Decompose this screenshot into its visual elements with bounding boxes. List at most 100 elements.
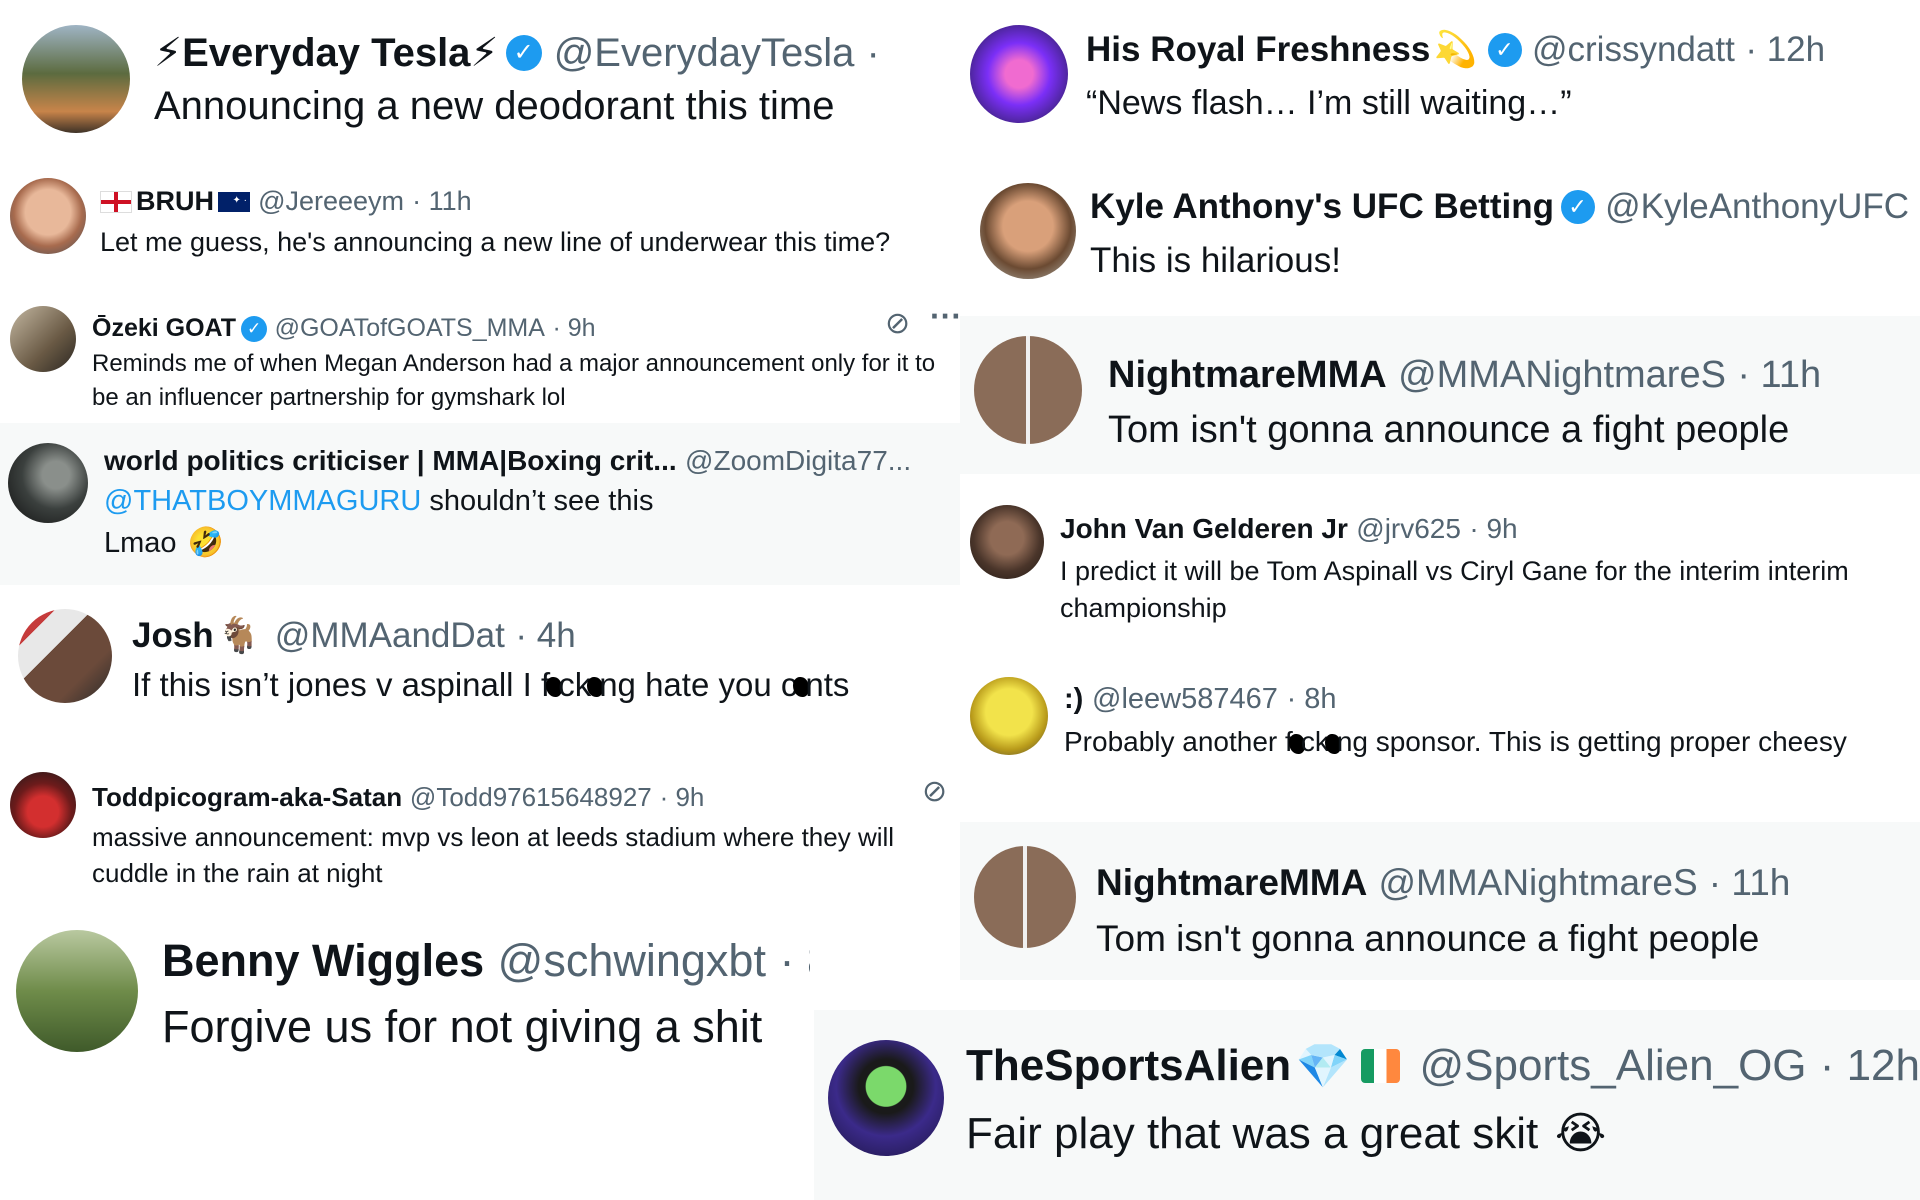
author-name[interactable]: Josh <box>132 616 214 656</box>
england-flag-icon <box>100 190 132 213</box>
author-handle[interactable]: @KyleAnthonyUFC <box>1605 187 1909 227</box>
text-part: If this isn’t jones v aspinall I f <box>132 666 551 703</box>
tweet-kyle-anthony[interactable]: Kyle Anthony's UFC Betting ✓ @KyleAnthon… <box>960 165 1920 310</box>
tweet-time: · 11h <box>1708 862 1791 903</box>
laughing-emoji-icon: 🤣 <box>187 527 224 559</box>
author-handle[interactable]: @MMANightmareS <box>1398 354 1726 397</box>
tweet-time: · 11h <box>1737 354 1822 396</box>
tweet-sports-alien[interactable]: TheSportsAlien 💎 @Sports_Alien_OG · 12h … <box>814 1010 1920 1200</box>
avatar[interactable] <box>22 25 130 133</box>
goat-emoji-icon: 🐐 <box>217 616 261 655</box>
text-part: ng sponsor. This is getting proper chees… <box>1336 726 1847 757</box>
tweet-world-politics[interactable]: world politics criticiser | MMA|Boxing c… <box>0 423 960 585</box>
author-handle[interactable]: @Jereeeym <box>258 186 404 217</box>
avatar[interactable] <box>974 846 1076 948</box>
avatar[interactable] <box>10 306 76 372</box>
avatar[interactable] <box>8 443 88 523</box>
author-handle[interactable]: @schwingxbt <box>498 935 766 987</box>
tweet-text: Tom isn't gonna announce a fight people <box>1108 409 1790 451</box>
author-name[interactable]: ⚡Everyday Tesla⚡ <box>154 30 499 76</box>
text-part: ng hate you c <box>599 666 798 703</box>
author-handle[interactable]: @ZoomDigita77... <box>685 445 911 477</box>
tweet-smiley[interactable]: :) @leew587467 · 8h Probably another f ck… <box>960 665 1920 775</box>
author-handle[interactable]: @leew587467 <box>1092 683 1278 716</box>
avatar[interactable] <box>970 505 1044 579</box>
text-part: Probably another f <box>1064 726 1293 757</box>
tweet-text: Let me guess, he's announcing a new line… <box>100 227 891 257</box>
tweet-text: Fair play that was a great skit 😭 <box>966 1108 1920 1159</box>
author-name[interactable]: :) <box>1064 683 1083 716</box>
tweet-time: · 8h <box>779 935 810 986</box>
author-name[interactable]: Toddpicogram-aka-Satan <box>92 782 402 813</box>
tweet-time: · 9h <box>1469 513 1518 544</box>
avatar[interactable] <box>970 25 1068 123</box>
author-handle[interactable]: @Todd97615648927 <box>410 782 652 813</box>
tweet-text-body: Fair play that was a great skit <box>966 1109 1539 1158</box>
avatar[interactable] <box>10 178 86 254</box>
author-name[interactable]: world politics criticiser | MMA|Boxing c… <box>104 445 677 477</box>
grok-icon[interactable]: ⊘ <box>922 774 947 809</box>
tweet-nightmare-mma-2[interactable]: NightmareMMA @MMANightmareS · 11h Tom is… <box>960 822 1920 980</box>
tweet-text: Announcing a new deodorant this time <box>154 84 835 128</box>
avatar[interactable] <box>970 677 1048 755</box>
tweet-text: “News flash… I’m still waiting…” <box>1086 84 1572 122</box>
crying-emoji-icon: 😭 <box>1554 1109 1607 1158</box>
dizzy-emoji-icon: 💫 <box>1433 30 1478 69</box>
avatar[interactable] <box>974 336 1082 444</box>
tweet-time: · 12h <box>1745 29 1826 69</box>
grok-icon[interactable]: ⊘ <box>885 306 910 341</box>
author-name[interactable]: Kyle Anthony's UFC Betting <box>1090 187 1554 227</box>
tweet-nightmare-mma-1[interactable]: NightmareMMA @MMANightmareS · 11h Tom is… <box>960 316 1920 474</box>
author-handle[interactable]: @crissyndatt <box>1532 30 1735 70</box>
tweet-text: I predict it will be Tom Aspinall vs Cir… <box>1060 556 1849 623</box>
avatar[interactable] <box>828 1040 944 1156</box>
tweet-time: · 9h <box>659 782 705 812</box>
gem-icon: 💎 <box>1295 1042 1351 1091</box>
author-handle[interactable]: @EverydayTesla <box>554 31 855 76</box>
author-handle[interactable]: @jrv625 <box>1356 513 1461 545</box>
author-handle[interactable]: @Sports_Alien_OG <box>1419 1041 1806 1091</box>
avatar[interactable] <box>10 772 76 838</box>
tweet-his-royal-freshness[interactable]: His Royal Freshness 💫 ✓ @crissyndatt · 1… <box>960 0 1920 150</box>
tweet-benny-wiggles[interactable]: Benny Wiggles @schwingxbt · 8h Forgive u… <box>0 920 810 1070</box>
author-name[interactable]: Ōzeki GOAT <box>92 314 236 343</box>
australia-flag-icon <box>218 191 250 212</box>
avatar[interactable] <box>18 609 112 703</box>
tweet-josh[interactable]: Josh 🐐 @MMAandDat · 4h If this isn’t jon… <box>0 595 960 730</box>
tweet-text-body: shouldn’t see this <box>421 485 654 517</box>
tweet-john-van-gelderen[interactable]: John Van Gelderen Jr @jrv625 · 9h I pred… <box>960 495 1920 635</box>
avatar[interactable] <box>16 930 138 1052</box>
author-name[interactable]: John Van Gelderen Jr <box>1060 513 1348 545</box>
tweet-text: Probably another f ck ng sponsor. This is … <box>1064 726 1920 758</box>
author-name[interactable]: BRUH <box>136 186 214 217</box>
tweet-ozeki-goat[interactable]: Ōzeki GOAT ✓ @GOATofGOATS_MMA · 9h Remin… <box>0 296 960 420</box>
verified-badge-icon: ✓ <box>505 35 542 71</box>
tweet-time: · 9h <box>552 314 596 342</box>
author-name[interactable]: TheSportsAlien <box>966 1041 1291 1091</box>
author-handle[interactable]: @MMANightmareS <box>1378 862 1697 904</box>
author-name[interactable]: NightmareMMA <box>1096 862 1367 904</box>
tweet-text: If this isn’t jones v aspinall I f ck ng h… <box>132 666 960 704</box>
author-name[interactable]: Benny Wiggles <box>162 935 484 987</box>
author-name[interactable]: NightmareMMA <box>1108 354 1387 397</box>
tweet-time: · 11h <box>412 186 472 216</box>
mention-link[interactable]: @THATBOYMMAGURU <box>104 485 421 517</box>
tweet-bruh[interactable]: BRUH @Jereeeym · 11h Let me guess, he's … <box>0 170 960 275</box>
tweet-time: · <box>866 30 880 75</box>
tweet-text: Forgive us for not giving a shit <box>162 1001 763 1052</box>
author-handle[interactable]: @MMAandDat <box>275 616 505 656</box>
author-handle[interactable]: @GOATofGOATS_MMA <box>275 314 545 343</box>
verified-badge-icon: ✓ <box>241 315 268 342</box>
tweet-time: · 8h <box>1286 683 1337 715</box>
tweet-time: · 4h <box>515 615 576 655</box>
ireland-flag-icon <box>1360 1049 1401 1083</box>
author-name[interactable]: His Royal Freshness <box>1086 30 1430 70</box>
tweet-text: Reminds me of when Megan Anderson had a … <box>92 350 936 411</box>
tweet-everyday-tesla[interactable]: ⚡Everyday Tesla⚡ ✓ @EverydayTesla · Anno… <box>0 0 960 155</box>
tweet-toddpicogram[interactable]: Toddpicogram-aka-Satan @Todd97615648927 … <box>0 760 960 890</box>
verified-badge-icon: ✓ <box>1487 32 1522 67</box>
avatar[interactable] <box>980 183 1076 279</box>
tweet-text: @THATBOYMMAGURU shouldn’t see this <box>104 485 960 518</box>
tweet-text-line2: Lmao 🤣 <box>104 526 960 560</box>
more-icon[interactable]: ··· <box>930 298 960 335</box>
